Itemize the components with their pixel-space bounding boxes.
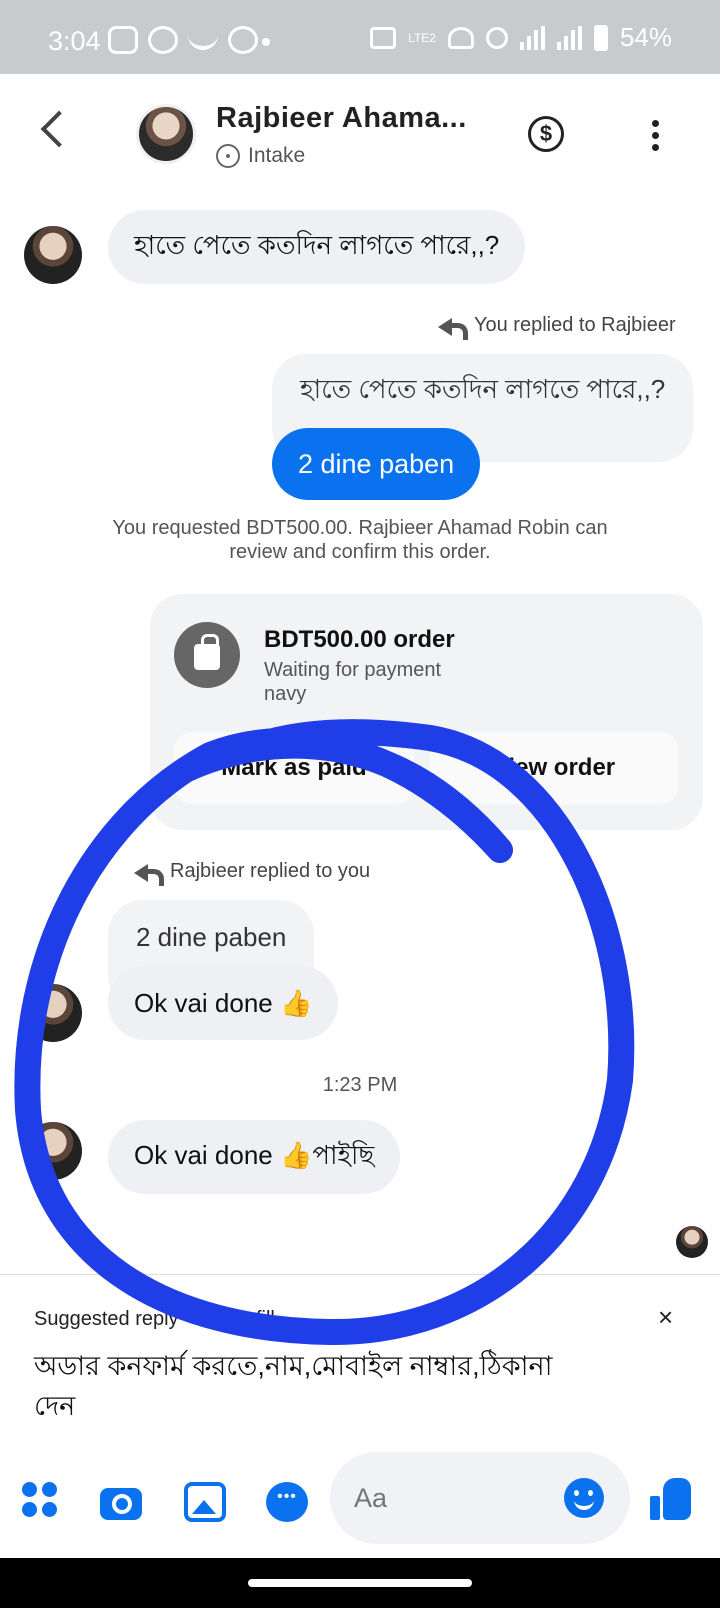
contact-label-text: Intake xyxy=(248,144,306,167)
messenger-notification-icon xyxy=(108,26,138,54)
order-request-note: You requested BDT500.00. Rajbieer Ahamad… xyxy=(112,517,608,563)
sender-avatar[interactable] xyxy=(24,1122,82,1180)
close-icon[interactable]: × xyxy=(658,1302,673,1333)
home-gesture-handle[interactable] xyxy=(248,1579,472,1587)
back-icon[interactable] xyxy=(40,110,78,148)
dollar-icon[interactable]: $ xyxy=(528,116,564,152)
message-composer xyxy=(0,1452,720,1548)
signal-1-icon xyxy=(519,25,545,50)
suggested-reply[interactable]: অডার কনফার্ম করতে,নাম,মোবাইল নাম্বার,ঠিক… xyxy=(34,1346,594,1426)
chat-header: Rajbieer Ahama... Intake $ xyxy=(0,74,720,204)
wifi-icon xyxy=(447,26,474,49)
mark-as-paid-button[interactable]: Mark as paid xyxy=(174,732,414,804)
message-bubble-outgoing[interactable]: 2 dine paben xyxy=(272,428,481,500)
system-navigation-bar xyxy=(0,1558,720,1608)
order-status-sub: navy xyxy=(264,683,307,705)
contact-avatar[interactable] xyxy=(136,104,196,164)
volte-label: LTE2 xyxy=(408,30,436,45)
atom-icon xyxy=(216,144,240,168)
reply-icon xyxy=(438,316,468,340)
system-icons: LTE2 54% xyxy=(370,22,672,53)
reply-indicator: Rajbieer replied to you xyxy=(134,860,371,886)
camera-icon[interactable] xyxy=(100,1488,142,1520)
order-card[interactable]: BDT500.00 order Waiting for payment navy… xyxy=(150,594,703,830)
suggested-reply-label: Suggested reply · Tap to fill xyxy=(34,1308,275,1330)
app-notification-icon xyxy=(188,32,218,50)
thumbs-up-icon[interactable] xyxy=(650,1478,692,1522)
emoji-icon[interactable] xyxy=(564,1478,604,1518)
sender-avatar[interactable] xyxy=(24,984,82,1042)
contact-name[interactable]: Rajbieer Ahama... xyxy=(216,102,467,135)
battery-icon xyxy=(593,24,608,51)
status-time: 3:04 xyxy=(48,26,101,56)
notification-icons xyxy=(108,26,258,54)
battery-percent: 54% xyxy=(619,22,672,52)
order-status-text: Waiting for payment xyxy=(264,659,442,681)
view-order-button[interactable]: View order xyxy=(430,732,678,804)
mute-icon xyxy=(370,26,397,49)
reply-indicator-text: Rajbieer replied to you xyxy=(170,860,371,882)
shopping-bag-icon xyxy=(174,622,240,688)
chat-bubble-icon[interactable] xyxy=(266,1482,308,1522)
facebook-notification-icon xyxy=(148,26,178,54)
order-status: Waiting for payment navy xyxy=(264,658,441,706)
order-title: BDT500.00 order xyxy=(264,626,455,653)
message-bubble-incoming[interactable]: Ok vai done 👍 xyxy=(108,966,339,1040)
signal-2-icon xyxy=(556,25,582,50)
contact-label[interactable]: Intake xyxy=(216,144,305,168)
reply-icon xyxy=(134,862,164,886)
message-bubble-incoming[interactable]: হাতে পেতে কতদিন লাগতে পারে,,? xyxy=(108,210,526,284)
more-options-icon[interactable] xyxy=(652,120,660,154)
gallery-icon[interactable] xyxy=(184,1482,226,1522)
data-saver-icon xyxy=(228,26,258,54)
status-bar: 3:04 LTE2 54% xyxy=(0,0,720,74)
reply-indicator-text: You replied to Rajbieer xyxy=(474,314,676,336)
divider xyxy=(0,1274,720,1275)
reply-indicator: You replied to Rajbieer xyxy=(438,314,676,340)
sender-avatar[interactable] xyxy=(24,226,82,284)
hotspot-icon xyxy=(485,26,508,49)
message-bubble-incoming[interactable]: Ok vai done 👍পাইছি xyxy=(108,1120,401,1194)
seen-indicator-avatar xyxy=(676,1226,708,1258)
message-timestamp: 1:23 PM xyxy=(322,1074,398,1096)
more-actions-icon[interactable] xyxy=(22,1482,64,1522)
more-notifications-dot xyxy=(262,38,270,46)
